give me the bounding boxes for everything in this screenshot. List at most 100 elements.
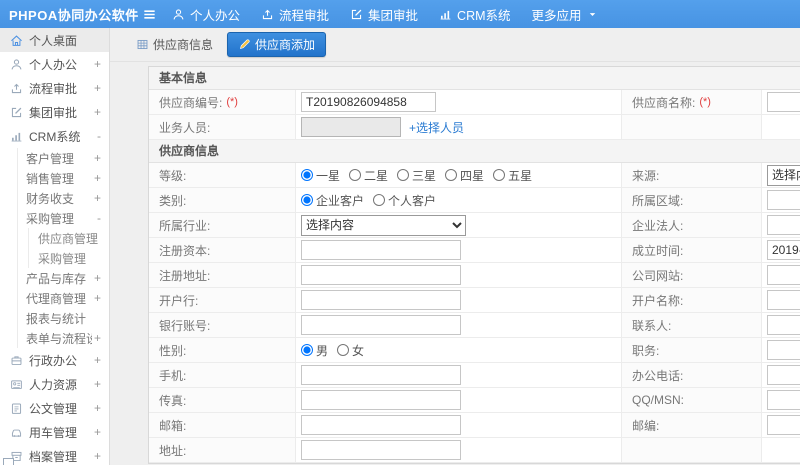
sidebar-item-vehicle-mgmt[interactable]: 用车管理 + bbox=[0, 420, 109, 444]
expand-toggle-icon[interactable]: + bbox=[92, 191, 101, 205]
form-grid: 基本信息供应商编号:(*)供应商名称:(*)业务人员:+选择人员供应商信息等级:… bbox=[149, 67, 800, 463]
select-person-link[interactable]: +选择人员 bbox=[409, 119, 464, 136]
expand-toggle-icon[interactable]: + bbox=[92, 377, 101, 391]
level-radio[interactable] bbox=[301, 169, 313, 181]
contact-person-input[interactable] bbox=[767, 315, 800, 335]
sidebar-item-workflow-approval[interactable]: 流程审批 + bbox=[0, 76, 109, 100]
company-website-input[interactable] bbox=[767, 265, 800, 285]
sidebar-item-crm-system[interactable]: CRM系统 - bbox=[0, 124, 109, 148]
account-name-input[interactable] bbox=[767, 290, 800, 310]
field-label-text: 成立时间: bbox=[632, 243, 684, 258]
supplier-code-input[interactable] bbox=[301, 92, 436, 112]
expand-toggle-icon[interactable]: + bbox=[92, 171, 101, 185]
topbar-nav-personal-office[interactable]: 个人办公 bbox=[172, 5, 240, 24]
level-radio-option[interactable]: 五星 bbox=[493, 167, 532, 184]
sidebar-item-personal-desktop[interactable]: 个人桌面 bbox=[0, 28, 109, 52]
tab-supplier-add[interactable]: 供应商添加 bbox=[227, 32, 327, 57]
expand-toggle-icon[interactable]: + bbox=[92, 81, 101, 95]
level-radio[interactable] bbox=[397, 169, 410, 181]
sidebar-item-group-approval[interactable]: 集团审批 + bbox=[0, 100, 109, 124]
level-radio-option[interactable]: 三星 bbox=[397, 167, 436, 184]
sidebar-item-customer-mgmt[interactable]: 客户管理 + bbox=[18, 148, 109, 168]
expand-toggle-icon[interactable]: + bbox=[92, 291, 101, 305]
category-radio[interactable] bbox=[301, 194, 313, 206]
expand-toggle-icon[interactable]: + bbox=[92, 151, 101, 165]
qq-msn-input[interactable] bbox=[767, 390, 800, 410]
sidebar-item-supplier-mgmt[interactable]: 供应商管理 bbox=[29, 228, 109, 248]
bank-input[interactable] bbox=[301, 290, 461, 310]
founded-date-input[interactable] bbox=[767, 240, 800, 260]
app-logo: PHPOA协同办公软件 bbox=[9, 7, 139, 23]
level-radio-option[interactable]: 二星 bbox=[349, 167, 388, 184]
fax-input[interactable] bbox=[301, 390, 461, 410]
field-value-position bbox=[762, 338, 800, 363]
source-select[interactable]: 选择内容 bbox=[767, 164, 800, 186]
expand-toggle-icon[interactable]: + bbox=[92, 105, 101, 119]
sidebar-item-agent-mgmt[interactable]: 代理商管理 + bbox=[18, 288, 109, 308]
expand-toggle-icon[interactable]: + bbox=[92, 425, 101, 439]
field-label-registered-capital: 注册资本: bbox=[149, 238, 296, 263]
field-label-category: 类别: bbox=[149, 188, 296, 213]
category-radio[interactable] bbox=[373, 194, 386, 206]
office-phone-input[interactable] bbox=[767, 365, 800, 385]
field-value-region bbox=[762, 188, 800, 213]
sidebar-item-product-stock[interactable]: 产品与库存 + bbox=[18, 268, 109, 288]
legal-person-input[interactable] bbox=[767, 215, 800, 235]
topbar-nav-group-approval[interactable]: 集团审批 bbox=[350, 5, 418, 24]
sidebar-item-purchase-mgmt[interactable]: 采购管理 - bbox=[18, 208, 109, 228]
sidebar-item-document-mgmt[interactable]: 公文管理 + bbox=[0, 396, 109, 420]
category-radio-option[interactable]: 企业客户 bbox=[301, 192, 364, 209]
sidebar-item-archive-mgmt[interactable]: 档案管理 + bbox=[0, 444, 109, 465]
sidebar-item-sales-mgmt[interactable]: 销售管理 + bbox=[18, 168, 109, 188]
sidebar-item-form-flow-set[interactable]: 表单与流程设置+ bbox=[18, 328, 109, 348]
home-icon bbox=[10, 34, 23, 47]
sidebar-item-finance-inout[interactable]: 财务收支 + bbox=[18, 188, 109, 208]
gender-radio[interactable] bbox=[337, 344, 350, 356]
hamburger-menu-icon[interactable] bbox=[140, 5, 158, 23]
sidebar-item-admin-office[interactable]: 行政办公 + bbox=[0, 348, 109, 372]
registered-capital-input[interactable] bbox=[301, 240, 461, 260]
sidebar-item-personal-office[interactable]: 个人办公 + bbox=[0, 52, 109, 76]
address-input[interactable] bbox=[301, 440, 461, 460]
sidebar-item-human-resource[interactable]: 人力资源 + bbox=[0, 372, 109, 396]
region-input[interactable] bbox=[767, 190, 800, 210]
field-value-registered-address bbox=[296, 263, 622, 288]
topbar-nav-workflow-approval[interactable]: 流程审批 bbox=[261, 5, 329, 24]
expand-toggle-icon[interactable]: - bbox=[95, 211, 101, 225]
position-input[interactable] bbox=[767, 340, 800, 360]
tab-supplier-info[interactable]: 供应商信息 bbox=[131, 33, 218, 56]
expand-toggle-icon[interactable]: + bbox=[92, 353, 101, 367]
field-label-company-website: 公司网站: bbox=[622, 263, 762, 288]
expand-toggle-icon[interactable]: + bbox=[92, 331, 101, 345]
mobile-input[interactable] bbox=[301, 365, 461, 385]
sidebar-item-label: 报表与统计 bbox=[26, 311, 87, 326]
topbar-nav-crm-system[interactable]: CRM系统 bbox=[439, 5, 511, 24]
gender-radio-option[interactable]: 女 bbox=[337, 342, 364, 359]
level-radio-option[interactable]: 一星 bbox=[301, 167, 340, 184]
registered-address-input[interactable] bbox=[301, 265, 461, 285]
level-radio[interactable] bbox=[445, 169, 458, 181]
expand-toggle-icon[interactable]: - bbox=[95, 129, 101, 143]
gender-radio[interactable] bbox=[301, 344, 313, 356]
supplier-name-input[interactable] bbox=[767, 92, 800, 112]
category-radio-option[interactable]: 个人客户 bbox=[373, 192, 436, 209]
industry-select[interactable]: 选择内容 bbox=[301, 214, 466, 236]
level-radio[interactable] bbox=[349, 169, 362, 181]
expand-toggle-icon[interactable]: + bbox=[92, 449, 101, 463]
doc-icon bbox=[10, 402, 23, 415]
level-radio-option[interactable]: 四星 bbox=[445, 167, 484, 184]
expand-toggle-icon[interactable]: + bbox=[92, 401, 101, 415]
sidebar-item-report-stats[interactable]: 报表与统计 bbox=[18, 308, 109, 328]
expand-toggle-icon[interactable]: + bbox=[92, 271, 101, 285]
zip-code-input[interactable] bbox=[767, 415, 800, 435]
topbar-nav-more-apps[interactable]: 更多应用 bbox=[532, 5, 598, 24]
radio-label: 个人客户 bbox=[388, 193, 437, 208]
expand-toggle-icon[interactable]: + bbox=[92, 57, 101, 71]
bank-account-input[interactable] bbox=[301, 315, 461, 335]
field-label-industry: 所属行业: bbox=[149, 213, 296, 238]
business-person-input[interactable] bbox=[301, 117, 401, 137]
level-radio[interactable] bbox=[493, 169, 506, 181]
email-input[interactable] bbox=[301, 415, 461, 435]
gender-radio-option[interactable]: 男 bbox=[301, 342, 328, 359]
sidebar-item-purchase-mgmt-sub[interactable]: 采购管理 bbox=[29, 248, 109, 268]
